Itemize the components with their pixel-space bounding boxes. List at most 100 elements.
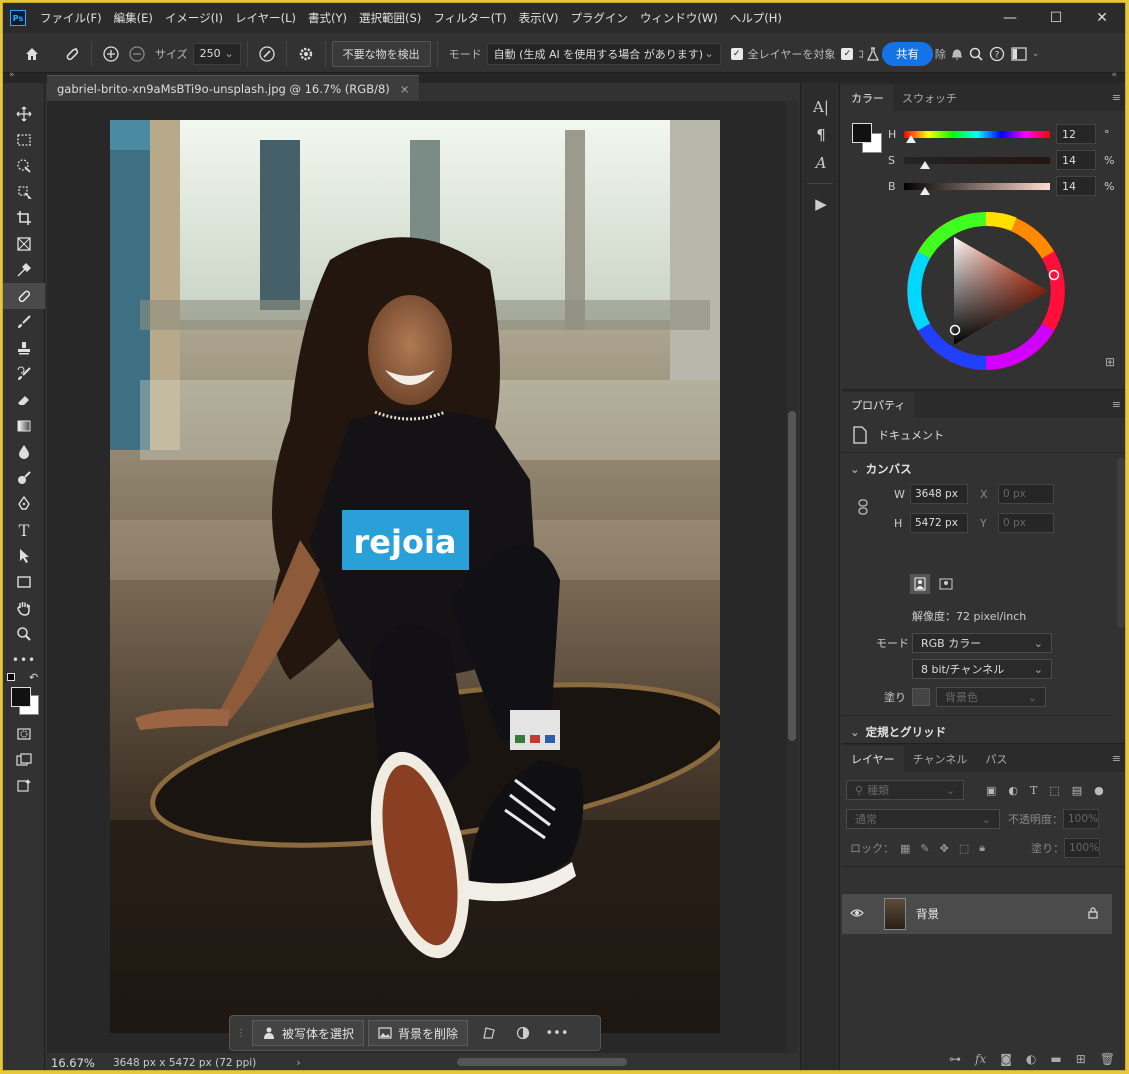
character-panel-icon[interactable]: A|: [801, 93, 841, 121]
gear-icon[interactable]: [293, 41, 319, 67]
dodge-tool-icon[interactable]: [3, 465, 45, 491]
search-icon[interactable]: [966, 41, 986, 67]
saturation-input[interactable]: 14: [1056, 150, 1096, 170]
lock-all-icon[interactable]: 🔒︎: [979, 841, 985, 855]
blend-mode-select[interactable]: 通常 ⌄: [846, 809, 1000, 829]
home-icon[interactable]: [19, 41, 45, 67]
swap-colors-icon[interactable]: ↶: [29, 671, 38, 684]
eye-icon[interactable]: [850, 907, 872, 921]
close-window-button[interactable]: ✕: [1079, 3, 1125, 33]
glyphs-panel-icon[interactable]: A: [801, 149, 841, 177]
move-tool-icon[interactable]: [3, 101, 45, 127]
width-input[interactable]: 3648 px: [910, 484, 968, 504]
document-image[interactable]: rejoia: [110, 120, 720, 1033]
add-mask-icon[interactable]: ◙: [1000, 1052, 1012, 1066]
x-input[interactable]: 0 px: [998, 484, 1054, 504]
bell-icon[interactable]: [948, 41, 966, 67]
y-input[interactable]: 0 px: [998, 513, 1054, 533]
lock-transparent-icon[interactable]: ▦: [900, 842, 910, 855]
chevron-down-icon[interactable]: ⌄: [1032, 49, 1040, 59]
more-tools-icon[interactable]: •••: [3, 647, 45, 673]
eyedropper-tool-icon[interactable]: [3, 257, 45, 283]
transform-icon[interactable]: [472, 1026, 506, 1040]
menu-layer[interactable]: レイヤー(L): [229, 10, 302, 26]
menu-select[interactable]: 選択範囲(S): [353, 10, 427, 26]
crop-tool-icon[interactable]: [3, 205, 45, 231]
flask-icon[interactable]: [864, 41, 882, 67]
object-selection-tool-icon[interactable]: [3, 153, 45, 179]
all-layers-checkbox[interactable]: ✓ 全レイヤーを対象: [730, 46, 835, 62]
menu-help[interactable]: ヘルプ(H): [724, 10, 788, 26]
landscape-icon[interactable]: [936, 574, 956, 594]
rulers-grids-section-header[interactable]: ⌄ 定規とグリッド: [850, 724, 946, 740]
layer-fill-input[interactable]: 100%: [1064, 838, 1101, 858]
add-brush-mode-icon[interactable]: [98, 41, 124, 67]
properties-scrollbar[interactable]: [1117, 458, 1125, 628]
height-input[interactable]: 5472 px: [910, 513, 968, 533]
fill-swatch[interactable]: [912, 688, 930, 706]
tab-paths[interactable]: パス: [976, 746, 1016, 772]
tab-color[interactable]: カラー: [842, 85, 893, 111]
actions-panel-icon[interactable]: ▶: [801, 190, 841, 218]
color-mode-select[interactable]: RGB カラー ⌄: [912, 633, 1052, 653]
select-subject-button[interactable]: 被写体を選択: [252, 1020, 365, 1046]
history-brush-tool-icon[interactable]: [3, 361, 45, 387]
filter-shape-icon[interactable]: ⬚: [1049, 784, 1059, 797]
remove-brush-tool-icon[interactable]: [3, 283, 45, 309]
marquee-tool-icon[interactable]: [3, 127, 45, 153]
menu-edit[interactable]: 編集(E): [108, 10, 159, 26]
paragraph-panel-icon[interactable]: ¶: [801, 121, 841, 149]
size-input[interactable]: 250 ⌄: [192, 42, 241, 65]
brightness-input[interactable]: 14: [1056, 176, 1096, 196]
foreground-color-chip[interactable]: [852, 123, 872, 143]
more-options-icon[interactable]: •••: [540, 1026, 574, 1041]
help-icon[interactable]: ?: [986, 41, 1008, 67]
filter-smart-object-icon[interactable]: ▤: [1072, 784, 1082, 797]
menu-type[interactable]: 書式(Y): [302, 10, 353, 26]
layer-lock-icon[interactable]: [1088, 906, 1098, 922]
frame-tool-icon[interactable]: [3, 231, 45, 257]
hand-tool-icon[interactable]: [3, 595, 45, 621]
panel-menu-icon[interactable]: ≡: [1112, 91, 1121, 104]
saturation-slider-thumb[interactable]: [920, 160, 930, 169]
horizontal-scrollbar[interactable]: [457, 1058, 627, 1066]
color-swatches[interactable]: ↶: [3, 671, 44, 721]
foreground-color-swatch[interactable]: [11, 687, 31, 707]
remove-tool-icon[interactable]: [59, 41, 85, 67]
type-tool-icon[interactable]: T: [3, 517, 45, 543]
filter-pixel-icon[interactable]: ▣: [986, 784, 996, 797]
canvas-section-header[interactable]: ⌄ カンバス: [850, 461, 912, 477]
blur-tool-icon[interactable]: [3, 439, 45, 465]
close-tab-icon[interactable]: ×: [400, 82, 410, 96]
menu-filter[interactable]: フィルター(T): [427, 10, 512, 26]
brightness-slider-thumb[interactable]: [920, 186, 930, 195]
brush-tool-icon[interactable]: [3, 309, 45, 335]
filter-toggle-icon[interactable]: ●: [1094, 784, 1104, 797]
expand-toolbar-icon[interactable]: »: [9, 70, 15, 80]
lock-position-icon[interactable]: ✥: [940, 842, 949, 855]
expand-icon[interactable]: ⊞: [1105, 355, 1115, 369]
hue-input[interactable]: 12: [1056, 124, 1096, 144]
tab-channels[interactable]: チャンネル: [904, 746, 977, 772]
drag-handle-icon[interactable]: ⋮: [236, 1028, 246, 1039]
saturation-slider[interactable]: [904, 156, 1050, 169]
link-icon[interactable]: [858, 499, 868, 515]
generative-image-icon[interactable]: [3, 773, 45, 799]
menu-image[interactable]: イメージ(I): [159, 10, 229, 26]
menu-view[interactable]: 表示(V): [513, 10, 565, 26]
zoom-level[interactable]: 16.67%: [47, 1056, 107, 1070]
pressure-size-icon[interactable]: [254, 41, 280, 67]
filter-type-icon[interactable]: T: [1030, 784, 1037, 797]
find-distractions-button[interactable]: 不要な物を検出: [331, 40, 431, 67]
default-colors-icon[interactable]: [7, 673, 15, 681]
workspace-icon[interactable]: [1008, 41, 1030, 67]
menu-plugins[interactable]: プラグイン: [564, 10, 634, 26]
panel-menu-icon[interactable]: ≡: [1112, 398, 1121, 411]
pen-tool-icon[interactable]: [3, 491, 45, 517]
crop-select-tool-icon[interactable]: [3, 179, 45, 205]
new-group-icon[interactable]: ▬: [1050, 1052, 1061, 1066]
hue-slider-thumb[interactable]: [906, 134, 916, 143]
zoom-tool-icon[interactable]: [3, 621, 45, 647]
brightness-slider[interactable]: [904, 182, 1050, 195]
filter-adjustment-icon[interactable]: ◐: [1008, 784, 1018, 797]
